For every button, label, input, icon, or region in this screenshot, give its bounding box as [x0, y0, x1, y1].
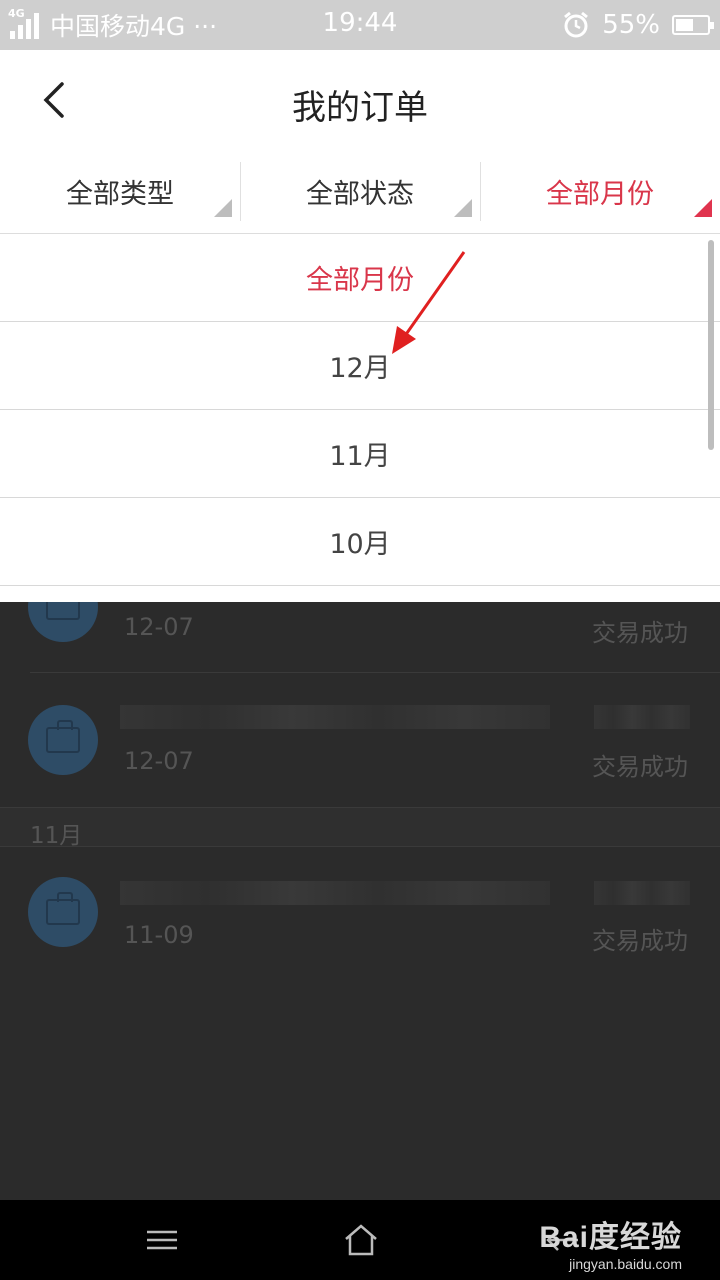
- page-title: 我的订单: [292, 88, 428, 128]
- filter-month-label: 全部月份: [546, 179, 654, 210]
- filter-type-label: 全部类型: [66, 179, 174, 210]
- dropdown-triangle-icon: [454, 199, 472, 217]
- dropdown-triangle-icon: [214, 199, 232, 217]
- menu-icon: [147, 1230, 177, 1250]
- home-button[interactable]: [336, 1220, 386, 1260]
- filter-status-label: 全部状态: [306, 179, 414, 210]
- system-nav-bar: Bai度经验 jingyan.baidu.com: [0, 1200, 720, 1280]
- order-row[interactable]: 12-07 交易成功: [0, 602, 720, 672]
- dropdown-triangle-icon: [694, 199, 712, 217]
- month-section-label: 11月: [30, 823, 83, 849]
- month-option-all[interactable]: 全部月份: [0, 234, 720, 322]
- battery-icon: [672, 15, 714, 35]
- alarm-icon: [564, 11, 589, 38]
- shopping-bag-icon: [28, 877, 98, 947]
- filter-bar: 全部类型 全部状态 全部月份: [0, 150, 720, 234]
- redacted-title: [120, 705, 550, 729]
- order-row[interactable]: 11-09 交易成功: [0, 847, 720, 977]
- filter-month[interactable]: 全部月份: [480, 150, 720, 233]
- order-row[interactable]: 12-07 交易成功: [0, 673, 720, 807]
- status-right: 55%: [562, 6, 714, 44]
- month-section-header: 11月: [0, 807, 720, 849]
- home-icon: [345, 1224, 377, 1256]
- month-option-12[interactable]: 12月: [0, 322, 720, 410]
- order-status: 交易成功: [592, 753, 688, 781]
- shopping-bag-icon: [28, 602, 98, 642]
- filter-type[interactable]: 全部类型: [0, 150, 240, 233]
- redacted-title: [120, 881, 550, 905]
- month-option-10[interactable]: 10月: [0, 498, 720, 586]
- order-date: 12-07: [124, 613, 194, 641]
- app-header: 我的订单: [0, 50, 720, 150]
- month-option-11[interactable]: 11月: [0, 410, 720, 498]
- redacted-amount: [594, 881, 690, 905]
- order-date: 11-09: [124, 921, 194, 949]
- filter-status[interactable]: 全部状态: [240, 150, 480, 233]
- order-status: 交易成功: [592, 927, 688, 955]
- watermark-main: Bai度经验: [539, 1221, 682, 1254]
- redacted-amount: [594, 705, 690, 729]
- month-dropdown: 全部月份 12月 11月 10月: [0, 234, 720, 602]
- watermark-sub: jingyan.baidu.com: [569, 1256, 682, 1272]
- battery-percent: 55%: [602, 10, 660, 40]
- shopping-bag-icon: [28, 705, 98, 775]
- order-status: 交易成功: [592, 619, 688, 647]
- order-list-dimmed: 12-07 交易成功 12-07 交易成功 11月 11-09 交易成功: [0, 602, 720, 1200]
- baidu-watermark: Bai度经验 jingyan.baidu.com: [539, 1212, 682, 1272]
- order-date: 12-07: [124, 747, 194, 775]
- menu-button[interactable]: [138, 1220, 188, 1260]
- status-bar: 4G 中国移动4G ··· 19:44 55%: [0, 0, 720, 50]
- dropdown-scrollbar[interactable]: [708, 240, 714, 450]
